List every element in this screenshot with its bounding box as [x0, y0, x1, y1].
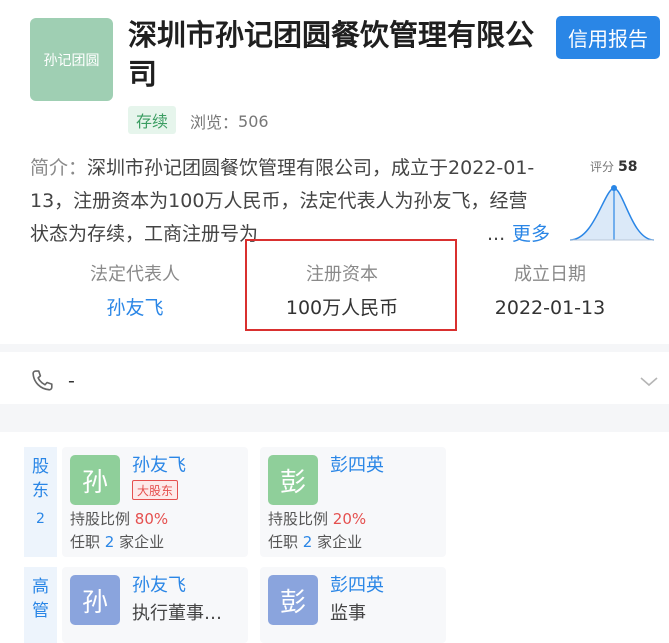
intro-label: 简介： [30, 157, 88, 179]
ratio-label: 持股比例 [268, 510, 329, 528]
job-count: 任职 2 家企业 [268, 531, 362, 553]
phone-icon[interactable] [28, 367, 56, 395]
view-count: 浏览： 506 [190, 109, 269, 133]
shareholders-label-char-2: 东 [32, 481, 49, 501]
views-label: 浏览： [190, 113, 239, 132]
legal-rep-column: 法定代表人 孙友飞 [35, 262, 235, 322]
avatar: 孙 [70, 455, 120, 505]
views-number: 506 [238, 111, 269, 131]
executive-role: 监事 [330, 603, 366, 624]
shareholders-count: 2 [36, 511, 45, 527]
capital-column: 注册资本 100万人民币 [242, 262, 442, 322]
section-divider-wide [0, 404, 669, 432]
executive-card[interactable]: 孙 孙友飞 执行董事… [62, 567, 248, 643]
executives-section-label[interactable]: 高 管 [24, 567, 57, 643]
founded-label: 成立日期 [514, 264, 586, 285]
chevron-down-icon[interactable] [638, 370, 660, 392]
score-label: 评分 [590, 160, 615, 174]
avatar: 彭 [268, 575, 318, 625]
shareholders-label-char-1: 股 [32, 457, 49, 477]
credit-report-button[interactable]: 信用报告 [556, 16, 660, 59]
job-suffix: 家企业 [317, 533, 363, 551]
job-prefix: 任职 [70, 533, 101, 551]
executives-label-char-1: 高 [32, 577, 49, 597]
capital-label: 注册资本 [306, 264, 378, 285]
executive-name[interactable]: 彭四英 [330, 573, 384, 599]
ratio-value: 20% [332, 510, 367, 528]
shareholder-name[interactable]: 孙友飞 [132, 453, 186, 479]
company-name: 深圳市孙记团圆餐饮管理有限公司 [128, 18, 535, 91]
job-count-number[interactable]: 2 [303, 533, 313, 551]
ratio-value: 80% [134, 510, 169, 528]
job-count: 任职 2 家企业 [70, 531, 164, 553]
intro-ellipsis: ... [483, 218, 506, 251]
shareholder-card[interactable]: 孙 孙友飞 大股东 持股比例 80% 任职 2 家企业 [62, 447, 248, 557]
logo-text: 孙记团圆 [43, 52, 100, 69]
intro-text: 深圳市孙记团圆餐饮管理有限公司，成立于2022-01-13，注册资本为100万人… [30, 157, 535, 245]
shareholder-name[interactable]: 彭四英 [330, 453, 384, 479]
status-badge: 存续 [128, 106, 177, 134]
capital-value: 100万人民币 [285, 297, 399, 319]
company-logo: 孙记团圆 [30, 18, 113, 101]
shareholding-ratio: 持股比例 80% [70, 508, 168, 530]
executive-card[interactable]: 彭 彭四英 监事 [260, 567, 446, 643]
executives-label-char-2: 管 [32, 601, 49, 621]
shareholders-section-label[interactable]: 股 东 2 [24, 447, 57, 557]
job-suffix: 家企业 [119, 533, 165, 551]
job-prefix: 任职 [268, 533, 299, 551]
shareholder-card[interactable]: 彭 彭四英 持股比例 20% 任职 2 家企业 [260, 447, 446, 557]
score-indicator: 评分 58 [590, 158, 638, 175]
avatar: 孙 [70, 575, 120, 625]
founded-value: 2022-01-13 [494, 297, 606, 319]
executive-role: 执行董事… [132, 603, 222, 624]
founded-column: 成立日期 2022-01-13 [450, 262, 650, 322]
phone-number: - [68, 370, 75, 392]
section-divider [0, 344, 669, 352]
score-distribution-icon[interactable] [568, 178, 656, 244]
job-count-number[interactable]: 2 [105, 533, 115, 551]
legal-rep-label: 法定代表人 [90, 264, 180, 285]
shareholding-ratio: 持股比例 20% [268, 508, 366, 530]
avatar: 彭 [268, 455, 318, 505]
major-shareholder-badge: 大股东 [132, 480, 179, 500]
company-intro: 简介：深圳市孙记团圆餐饮管理有限公司，成立于2022-01-13，注册资本为10… [30, 152, 540, 251]
intro-more-link[interactable]: 更多 [512, 218, 551, 251]
legal-rep-link[interactable]: 孙友飞 [35, 294, 235, 322]
ratio-label: 持股比例 [70, 510, 131, 528]
score-value: 58 [618, 159, 638, 175]
executive-name[interactable]: 孙友飞 [132, 573, 186, 599]
